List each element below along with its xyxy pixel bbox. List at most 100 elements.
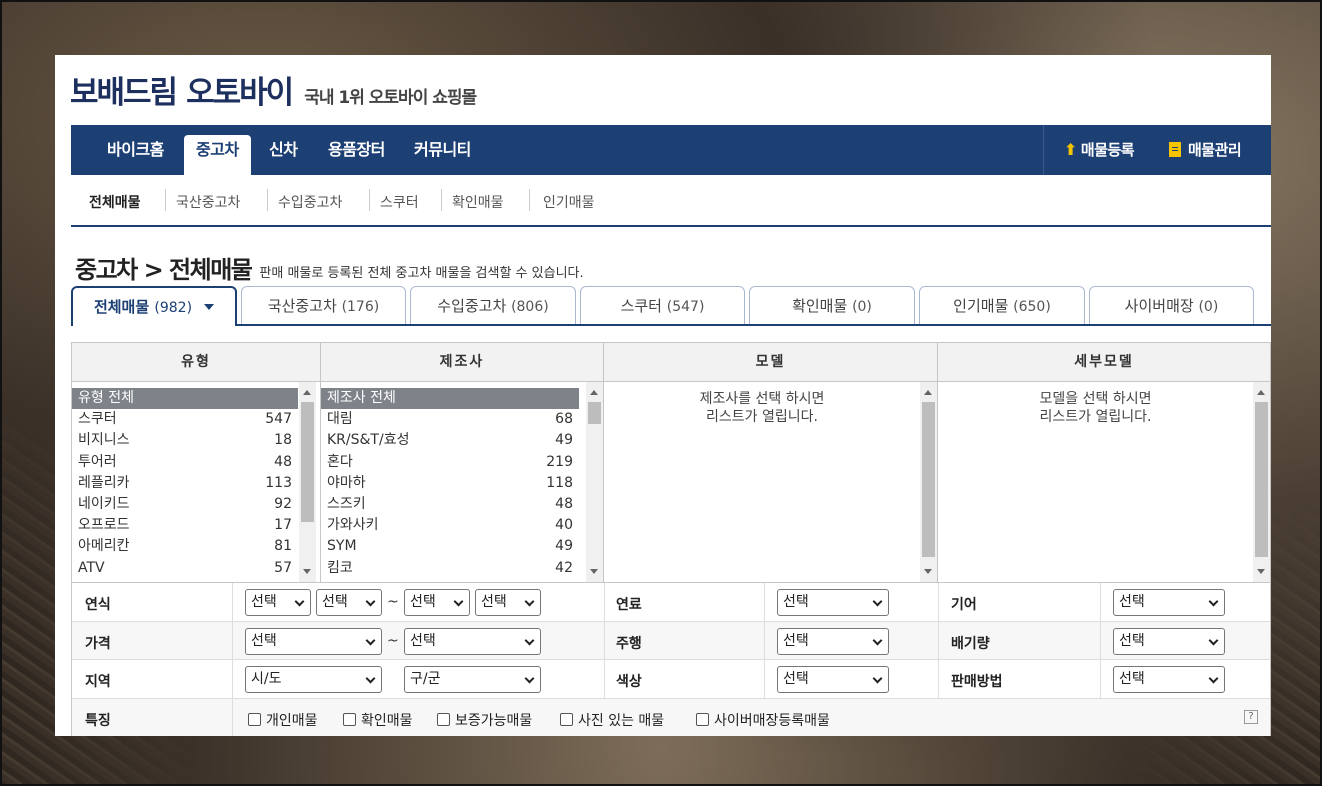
logo-tagline: 국내 1위 오토바이 쇼핑몰 — [304, 88, 477, 108]
list-item[interactable]: 야마하 118 — [321, 473, 579, 494]
tab-all[interactable]: 전체매물 (982) — [71, 286, 237, 326]
list-item[interactable]: 아메리칸 81 — [72, 536, 298, 557]
scroll-up-icon — [1257, 390, 1265, 395]
dropdown-arrow-icon — [204, 304, 215, 310]
tab-label: 국산중고차 — [267, 297, 337, 315]
page-heading: 중고차 > 전체매물 판매 매물로 등록된 전체 중고차 매물을 검색할 수 있… — [75, 250, 584, 285]
label-sale-method: 판매방법 — [951, 674, 1003, 690]
model-listbox[interactable]: 제조사를 선택 하시면 리스트가 열립니다. — [604, 382, 938, 582]
list-item[interactable]: 비지니스 18 — [72, 430, 298, 451]
checkbox-icon — [560, 713, 573, 726]
list-item[interactable]: 가와사키 40 — [321, 515, 579, 536]
chevron-down-icon — [1208, 596, 1219, 607]
checkbox-cyber-store[interactable]: 사이버매장등록매물 — [696, 710, 830, 730]
scroll-up-icon — [303, 390, 311, 395]
manage-label: 매물관리 — [1188, 141, 1242, 159]
list-item[interactable]: SYM 49 — [321, 536, 579, 557]
scroll-up-icon — [924, 390, 932, 395]
tab-imported[interactable]: 수입중고차 (806) — [410, 286, 576, 324]
list-item[interactable]: 스쿠터 547 — [72, 409, 298, 430]
type-listbox[interactable]: 유형 전체 스쿠터 547 비지니스 18 투어러 48 레플리카 113 네이키드 92… — [72, 382, 321, 582]
month-to-select[interactable]: 선택 — [475, 589, 541, 616]
fuel-select[interactable]: 선택 — [777, 589, 889, 616]
nav-new[interactable]: 신차 — [269, 125, 298, 175]
price-to-select[interactable]: 선택 — [404, 627, 541, 655]
chevron-down-icon — [524, 635, 535, 645]
help-icon[interactable]: ? — [1244, 709, 1258, 724]
list-item[interactable]: 혼다 219 — [321, 452, 579, 473]
tab-domestic[interactable]: 국산중고차 (176) — [241, 286, 406, 324]
sale-method-select[interactable]: 선택 — [1113, 666, 1225, 693]
chevron-down-icon — [1208, 635, 1219, 645]
maker-listbox[interactable]: 제조사 전체 대림 68 KR/S&T/효성 49 혼다 219 야마하 118 스즈키… — [321, 382, 604, 582]
submodel-listbox[interactable]: 모델을 선택 하시면 리스트가 열립니다. — [938, 382, 1270, 582]
price-from-select[interactable]: 선택 — [245, 627, 382, 655]
subnav-all[interactable]: 전체매물 — [89, 192, 141, 212]
year-from-select[interactable]: 선택 — [245, 589, 311, 616]
list-item[interactable]: 네이키드 92 — [72, 494, 298, 515]
scroll-down-icon — [1257, 569, 1265, 574]
city-select[interactable]: 시/도 — [245, 666, 382, 693]
type-scrollbar[interactable] — [299, 382, 316, 582]
model-scrollbar[interactable] — [920, 382, 937, 582]
tab-popular[interactable]: 인기매물 (650) — [919, 286, 1085, 324]
submodel-scrollbar[interactable] — [1253, 382, 1270, 582]
list-item[interactable]: 킴코 42 — [321, 558, 579, 579]
checkbox-warranty[interactable]: 보증가능매물 — [437, 710, 532, 730]
maker-scrollbar[interactable] — [586, 382, 603, 582]
gear-select[interactable]: 선택 — [1113, 589, 1225, 616]
year-to-select[interactable]: 선택 — [404, 589, 470, 616]
month-from-select[interactable]: 선택 — [316, 589, 382, 616]
tab-scooter[interactable]: 스쿠터 (547) — [580, 286, 745, 324]
logo-brand: 보배드림 — [70, 75, 178, 111]
label-color: 색상 — [616, 674, 642, 690]
subnav-imported[interactable]: 수입중고차 — [278, 192, 342, 212]
chevron-down-icon — [365, 673, 376, 684]
manage-listing-button[interactable]: 매물관리 — [1169, 125, 1242, 175]
tab-label: 인기매물 — [953, 297, 1009, 315]
maker-list: 제조사 전체 대림 68 KR/S&T/효성 49 혼다 219 야마하 118 스즈키… — [321, 388, 579, 579]
list-item[interactable]: 스즈키 48 — [321, 494, 579, 515]
checkbox-icon — [343, 713, 356, 726]
district-select[interactable]: 구/군 — [404, 666, 541, 693]
site-logo[interactable]: 보배드림 오토바이 국내 1위 오토바이 쇼핑몰 — [70, 75, 477, 111]
scroll-thumb — [1255, 402, 1268, 557]
list-item[interactable]: 오프로드 17 — [72, 515, 298, 536]
list-item[interactable]: 유형 전체 — [72, 388, 298, 410]
nav-used[interactable]: 중고차 — [184, 135, 251, 175]
checkbox-private[interactable]: 개인매물 — [248, 710, 318, 730]
document-icon — [1169, 142, 1181, 157]
list-item[interactable]: 제조사 전체 — [321, 388, 579, 410]
tab-verified[interactable]: 확인매물 (0) — [749, 286, 915, 324]
subnav-popular[interactable]: 인기매물 — [543, 192, 595, 212]
subnav-domestic[interactable]: 국산중고차 — [176, 192, 240, 212]
list-item[interactable]: ATV 57 — [72, 558, 298, 579]
list-item[interactable]: 투어러 48 — [72, 452, 298, 473]
checkbox-verified[interactable]: 확인매물 — [343, 710, 413, 730]
chevron-down-icon — [294, 596, 305, 607]
subnav-verified[interactable]: 확인매물 — [452, 192, 504, 212]
header-maker: 제조사 — [321, 343, 604, 381]
tab-label: 스쿠터 — [620, 297, 662, 315]
list-item[interactable]: 레플리카 113 — [72, 473, 298, 494]
nav-bike-home[interactable]: 바이크홈 — [107, 125, 164, 175]
tab-label: 수입중고차 — [437, 297, 507, 315]
nav-community[interactable]: 커뮤니티 — [414, 125, 471, 175]
tab-cyber-store[interactable]: 사이버매장 (0) — [1089, 286, 1254, 324]
label-year: 연식 — [85, 597, 111, 613]
chevron-down-icon — [524, 596, 535, 607]
chevron-down-icon — [453, 596, 464, 607]
list-item[interactable]: 대림 68 — [321, 409, 579, 430]
filter-row-year: 연식 선택 선택 ~ 선택 선택 연료 선택 기어 선택 — [72, 583, 1270, 622]
subnav-scooter[interactable]: 스쿠터 — [380, 192, 419, 212]
list-item[interactable]: KR/S&T/효성 49 — [321, 430, 579, 451]
tab-count: (806) — [511, 299, 549, 315]
mileage-select[interactable]: 선택 — [777, 627, 889, 655]
color-select[interactable]: 선택 — [777, 666, 889, 693]
scroll-down-icon — [924, 569, 932, 574]
nav-gear-market[interactable]: 용품장터 — [328, 125, 385, 175]
checkbox-with-photo[interactable]: 사진 있는 매물 — [560, 710, 664, 730]
register-listing-button[interactable]: ⬆ 매물등록 — [1064, 125, 1135, 175]
displacement-select[interactable]: 선택 — [1113, 627, 1225, 655]
chevron-down-icon — [1208, 673, 1219, 684]
